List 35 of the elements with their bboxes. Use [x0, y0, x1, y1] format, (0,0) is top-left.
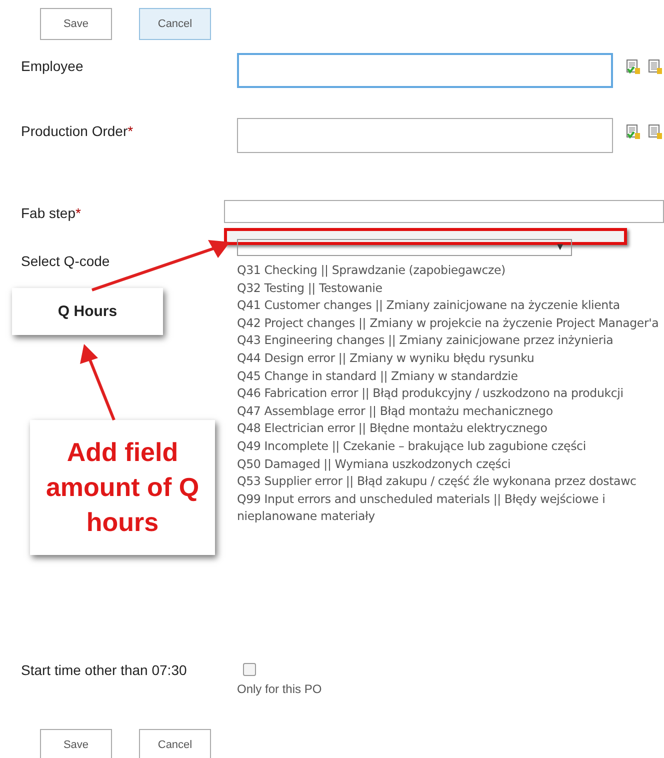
save-button[interactable]: Save [40, 729, 112, 758]
save-button[interactable]: Save [40, 8, 112, 40]
address-book-icon[interactable] [647, 59, 663, 75]
dropdown[interactable]: ▼ [237, 239, 572, 256]
option-text[interactable]: Q42 Project changes || Zmiany w projekcie na życzenie Project Manager'a [237, 314, 664, 332]
cancel-button[interactable]: Cancel [139, 729, 211, 758]
option-text[interactable]: Q32 Testing || Testowanie [237, 280, 664, 298]
checkbox[interactable] [243, 663, 256, 676]
field-label: Select Q-code [21, 252, 110, 269]
option-text[interactable]: Q45 Change in standard || Zmiany w standardzie [237, 368, 664, 386]
option-text[interactable]: Q41 Customer changes || Zmiany zainicjowane na życzenie klienta [237, 297, 664, 315]
option-text[interactable]: Q99 Input errors and unscheduled materials || Błędy wejściowe i nieplanowane materiały [237, 490, 664, 526]
cancel-button[interactable]: Cancel [139, 8, 211, 40]
option-text[interactable]: Q49 Incomplete || Czekanie – brakujące lub zagubione części [237, 438, 664, 456]
field-label: Employee [21, 57, 84, 74]
option-text[interactable]: Q44 Design error || Zmiany w wyniku błędu rysunku [237, 350, 664, 368]
hint-text: Only for this PO [237, 682, 322, 696]
check-names-icon[interactable] [625, 124, 641, 140]
check-names-icon[interactable] [625, 59, 641, 75]
option-text[interactable]: Q46 Fabrication error || Błąd produkcyjny / uszkodzono na produkcji [237, 385, 664, 403]
option-text[interactable]: Q43 Engineering changes || Zmiany zainicjowane przez inżynieria [237, 332, 664, 350]
option-text[interactable]: Q48 Electrician error || Błędne montażu elektrycznego [237, 420, 664, 438]
field-label: Fab step* [21, 204, 82, 221]
input-field[interactable] [237, 53, 613, 88]
callout-box: Add field amount of Q hours [30, 420, 215, 555]
callout-box: Q Hours [12, 288, 163, 335]
option-text[interactable]: Q50 Damaged || Wymiana uszkodzonych części [237, 456, 664, 474]
option-text[interactable]: Q53 Supplier error || Błąd zakupu / część źle wykonana przez dostawc [237, 473, 664, 491]
option-text[interactable]: Q31 Checking || Sprawdzanie (zapobiegawcze) [237, 262, 664, 280]
input-field[interactable] [237, 118, 613, 153]
option-text[interactable]: Q47 Assemblage error || Błąd montażu mechanicznego [237, 402, 664, 420]
field-label: Start time other than 07:30 [21, 661, 188, 678]
input-field[interactable] [224, 200, 664, 223]
address-book-icon[interactable] [647, 124, 663, 140]
field-label: Production Order* [21, 122, 134, 139]
